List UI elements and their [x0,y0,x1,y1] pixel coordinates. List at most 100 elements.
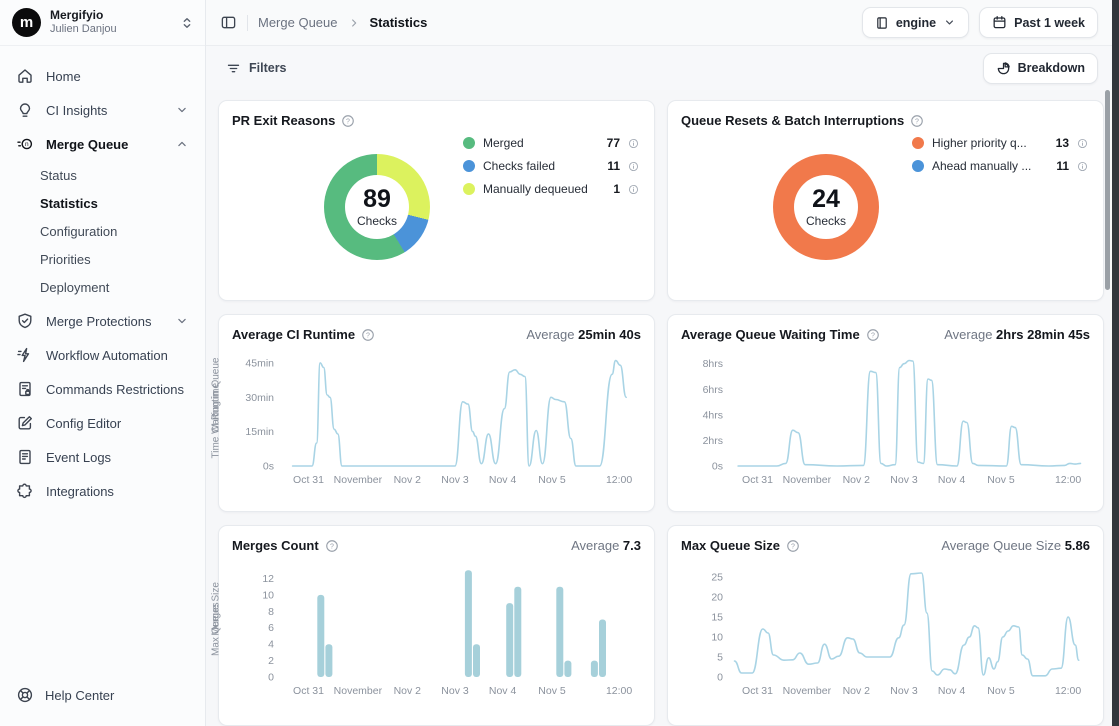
help-center-label: Help Center [45,688,114,703]
breakdown-label: Breakdown [1018,61,1085,75]
chevron-down-icon [175,314,189,328]
svg-text:Nov 2: Nov 2 [843,685,871,697]
updown-selector-icon[interactable] [179,15,195,31]
sidebar-subitem-status[interactable]: Status [8,162,197,189]
queue-waiting-time-chart: 0s2hrs4hrs6hrs8hrsOct 31NovemberNov 2Nov… [681,346,1090,496]
donut-total-label: Checks [806,214,846,228]
legend-dot [463,137,475,149]
toolbar: Filters Breakdown [206,46,1112,90]
sidebar-toggle-icon[interactable] [220,14,237,31]
svg-text:30min: 30min [245,392,274,404]
svg-text:20: 20 [711,592,723,604]
filters-button[interactable]: Filters [216,53,297,84]
svg-text:?: ? [791,543,795,550]
average-label: Average [571,538,619,553]
info-icon[interactable] [628,161,639,172]
average-stat: Average 7.3 [571,538,641,553]
sidebar-item-merge-protections[interactable]: Merge Protections [8,305,197,337]
legend-dot [463,160,475,172]
app-root: m Mergifyio Julien Danjou Home CI Insigh… [0,0,1119,726]
svg-text:Oct 31: Oct 31 [293,474,324,486]
chevron-down-icon [175,103,189,117]
legend-label: Checks failed [483,159,599,173]
svg-text:2hrs: 2hrs [703,435,723,447]
sidebar-subitem-configuration[interactable]: Configuration [8,218,197,245]
average-label: Average Queue Size [941,538,1061,553]
mergify-logo: m [12,8,41,37]
breakdown-button[interactable]: Breakdown [983,53,1098,84]
document-lines-icon [16,448,34,466]
help-icon[interactable]: ? [325,539,339,553]
average-label: Average [526,327,574,342]
chevron-down-icon [943,16,956,29]
sidebar-item-home[interactable]: Home [8,60,197,92]
sidebar-item-merge-queue[interactable]: n Merge Queue [8,128,197,160]
svg-text:?: ? [366,332,370,339]
info-icon[interactable] [1077,161,1088,172]
sidebar-item-commands-restrictions[interactable]: Commands Restrictions [8,373,197,405]
breadcrumb-chevron-icon [348,17,360,29]
help-icon[interactable]: ? [866,328,880,342]
filter-icon [226,61,241,76]
legend-item: Merged 77 [463,136,639,150]
svg-text:10: 10 [262,589,274,601]
breadcrumb-parent[interactable]: Merge Queue [258,15,338,30]
help-center-link[interactable]: Help Center [0,676,205,726]
sidebar-item-label: Merge Queue [46,137,163,152]
sidebar-item-workflow-automation[interactable]: Workflow Automation [8,339,197,371]
svg-text:10: 10 [711,632,723,644]
donut-center: 24 Checks [794,175,858,239]
svg-text:November: November [334,474,383,486]
help-icon[interactable]: ? [341,114,355,128]
pr-exit-donut-chart: 89 Checks [324,154,430,260]
svg-text:4: 4 [268,639,274,651]
sidebar-item-integrations[interactable]: Integrations [8,475,197,507]
sidebar-subitem-priorities[interactable]: Priorities [8,246,197,273]
legend-label: Ahead manually ... [932,159,1048,173]
legend-value: 11 [1056,159,1069,173]
help-icon[interactable]: ? [786,539,800,553]
sidebar-item-config-editor[interactable]: Config Editor [8,407,197,439]
donut-center: 89 Checks [345,175,409,239]
legend-item: Manually dequeued 1 [463,182,639,196]
help-icon[interactable]: ? [910,114,924,128]
sidebar-subitem-statistics[interactable]: Statistics [8,190,197,217]
svg-text:0: 0 [717,672,723,684]
help-icon[interactable]: ? [361,328,375,342]
svg-text:Nov 3: Nov 3 [890,474,918,486]
svg-text:8: 8 [268,606,274,618]
date-range-button[interactable]: Past 1 week [979,7,1098,38]
svg-text:0s: 0s [263,461,274,473]
svg-text:?: ? [915,118,919,125]
merges-count-chart: 024681012Oct 31NovemberNov 2Nov 3Nov 4No… [232,557,641,707]
max-queue-size-chart: 0510152025Oct 31NovemberNov 2Nov 3Nov 4N… [681,557,1090,707]
workspace-switcher[interactable]: m Mergifyio Julien Danjou [0,0,205,46]
average-value: 25min 40s [578,327,641,342]
svg-text:Nov 4: Nov 4 [489,685,517,697]
card-average-queue-waiting-time: Average Queue Waiting Time ? Average 2hr… [667,314,1104,512]
svg-text:Nov 4: Nov 4 [489,474,517,486]
scrollbar[interactable] [1105,90,1110,290]
info-icon[interactable] [628,184,639,195]
sidebar-item-label: Config Editor [46,416,189,431]
info-icon[interactable] [628,138,639,149]
chevron-up-icon [175,137,189,151]
svg-text:Nov 5: Nov 5 [987,685,1015,697]
svg-text:25: 25 [711,572,723,584]
svg-text:Nov 4: Nov 4 [938,685,966,697]
average-value: 2hrs 28min 45s [996,327,1090,342]
average-stat: Average 2hrs 28min 45s [944,327,1090,342]
sidebar-item-ci-insights[interactable]: CI Insights [8,94,197,126]
svg-text:November: November [783,474,832,486]
sidebar-subitem-deployment[interactable]: Deployment [8,274,197,301]
svg-text:2: 2 [268,655,274,667]
legend-dot [463,183,475,195]
sidebar-item-label: Home [46,69,189,84]
sidebar-item-event-logs[interactable]: Event Logs [8,441,197,473]
legend-value: 77 [607,136,620,150]
svg-text:Nov 5: Nov 5 [538,474,566,486]
svg-text:Nov 5: Nov 5 [987,474,1015,486]
info-icon[interactable] [1077,138,1088,149]
svg-text:n: n [25,141,29,148]
repository-selector-button[interactable]: engine [862,7,969,38]
